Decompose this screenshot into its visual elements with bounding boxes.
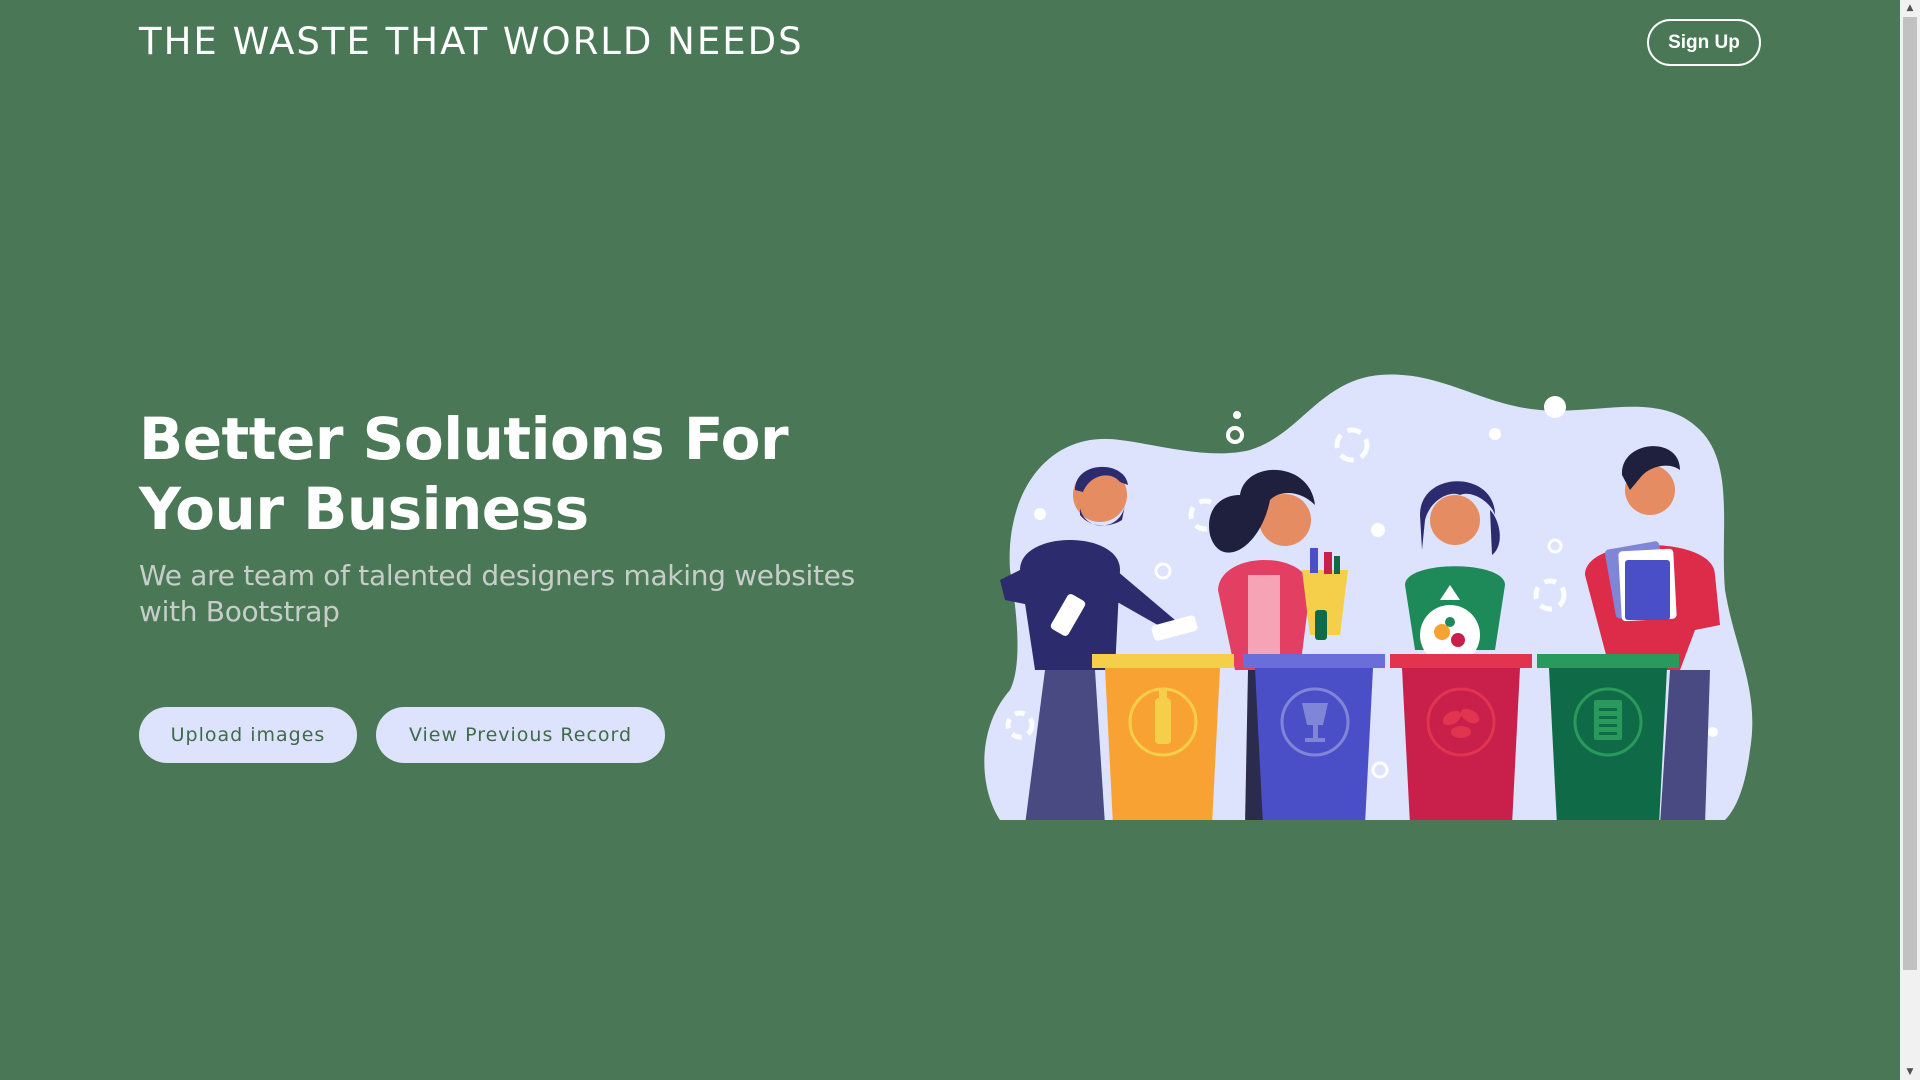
bin-yellow [1092,654,1234,820]
recycling-illustration [984,374,1753,820]
bin-blue [1243,654,1385,820]
view-previous-record-button[interactable]: View Previous Record [376,707,665,763]
bin-green [1537,654,1679,820]
scrollbar[interactable]: ▲ ▼ [1900,0,1920,1080]
page: THE WASTE THAT WORLD NEEDS Sign Up Bette… [0,0,1900,1080]
hero-title: Better Solutions For Your Business [139,405,789,543]
brand-title[interactable]: THE WASTE THAT WORLD NEEDS [139,20,804,63]
header: THE WASTE THAT WORLD NEEDS Sign Up [139,0,1761,88]
hero-subtitle: We are team of talented designers making… [139,559,855,628]
paper-icon [1594,700,1622,740]
bin-red [1390,654,1532,820]
scroll-down-arrow-icon[interactable]: ▼ [1900,1064,1920,1080]
upload-images-button[interactable]: Upload images [139,707,357,763]
scroll-thumb[interactable] [1903,17,1917,970]
scroll-up-arrow-icon[interactable]: ▲ [1900,0,1920,16]
signup-button[interactable]: Sign Up [1647,19,1761,66]
